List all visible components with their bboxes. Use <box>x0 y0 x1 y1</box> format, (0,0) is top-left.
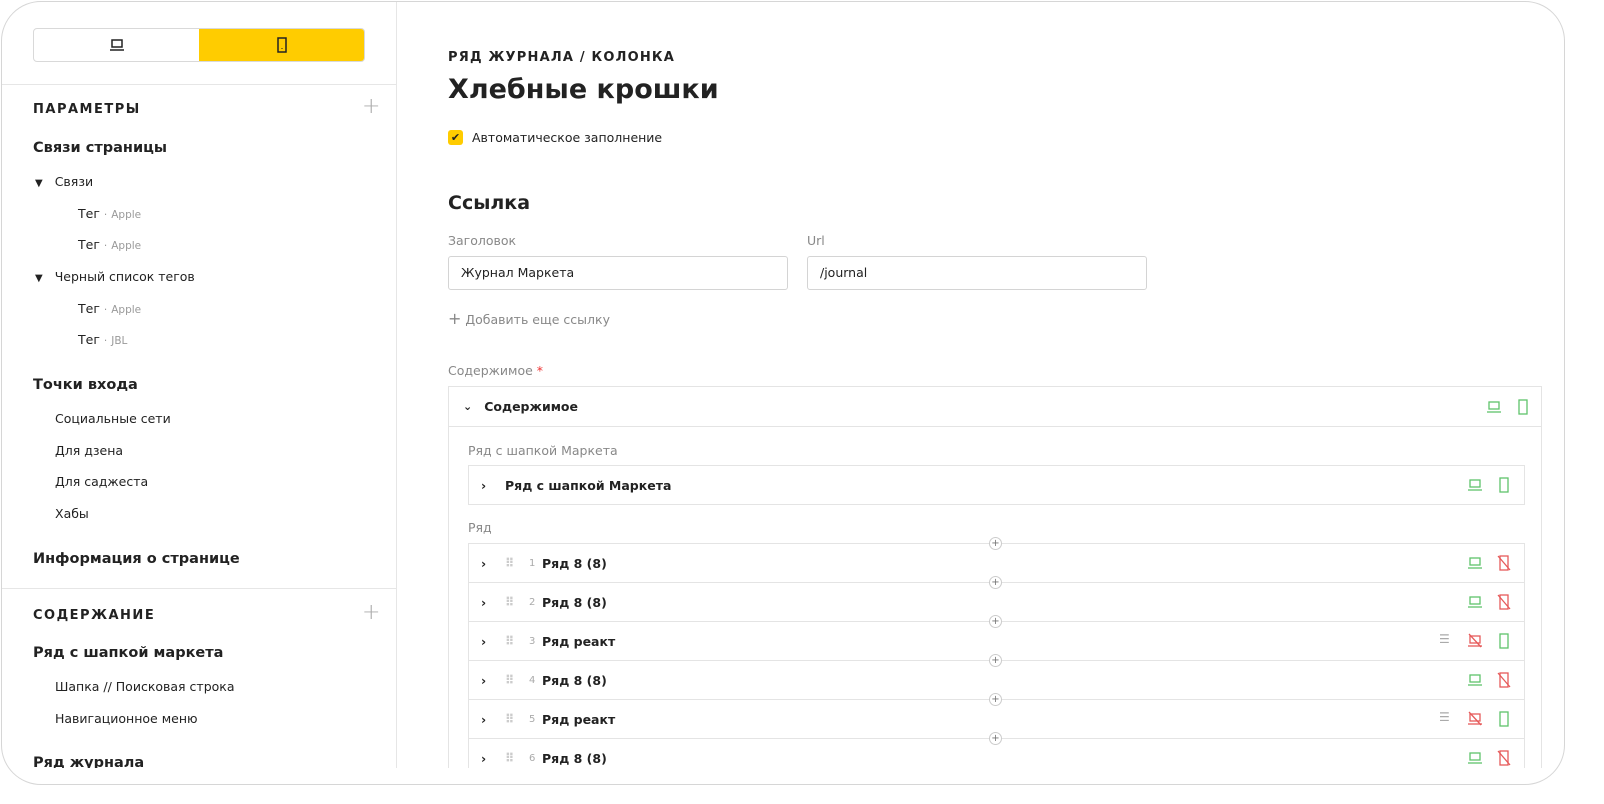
phone-icon <box>276 37 287 53</box>
tree-item-tag[interactable]: Тег · JBL <box>78 332 127 347</box>
laptop-icon[interactable] <box>1467 750 1483 766</box>
drag-handle-icon[interactable]: ⠿ <box>505 556 525 570</box>
content-group-heading[interactable]: Ряд с шапкой маркета <box>33 645 223 661</box>
desktop-mode-button[interactable] <box>34 29 199 61</box>
drag-handle-icon[interactable]: ⠿ <box>505 751 525 765</box>
laptop-icon[interactable] <box>1467 672 1483 688</box>
insert-row-button[interactable]: + <box>989 654 1002 667</box>
url-input[interactable]: /journal <box>807 256 1147 290</box>
row-title: Ряд реакт <box>542 711 616 727</box>
content-section-title: СОДЕРЖАНИЕ <box>33 608 156 623</box>
list-icon[interactable]: ☰ <box>1439 710 1455 726</box>
breadcrumb: РЯД ЖУРНАЛА / КОЛОНКА <box>448 50 675 65</box>
journal-heading[interactable]: Ряд журнала <box>33 755 144 768</box>
drag-handle-icon[interactable]: ⠿ <box>505 712 525 726</box>
page-title: Хлебные крошки <box>448 74 719 105</box>
page-links-heading: Связи страницы <box>33 140 167 156</box>
add-content-button[interactable]: + <box>362 600 380 625</box>
chevron-right-icon: › <box>481 555 487 571</box>
tree-item-tag[interactable]: Тег · Apple <box>78 237 141 252</box>
add-param-button[interactable]: + <box>362 94 380 119</box>
entry-item[interactable]: Для саджеста <box>55 474 148 489</box>
row-title: Ряд 8 (8) <box>542 750 607 766</box>
divider <box>2 84 396 85</box>
header-row[interactable]: › Ряд с шапкой Маркета <box>468 465 1525 505</box>
plus-icon: + <box>448 309 462 328</box>
insert-row-button[interactable]: + <box>989 537 1002 550</box>
sidebar: ПАРАМЕТРЫ + Связи страницы ▼ Связи Тег · … <box>2 2 397 768</box>
divider <box>2 588 396 589</box>
chevron-right-icon: › <box>481 633 487 649</box>
autofill-checkbox[interactable]: ✔ Автоматическое заполнение <box>448 130 662 145</box>
entry-item[interactable]: Социальные сети <box>55 411 171 426</box>
tree-item-blacklist[interactable]: ▼ Черный список тегов <box>35 269 195 284</box>
page-info-heading[interactable]: Информация о странице <box>33 551 240 567</box>
row-title: Ряд 8 (8) <box>542 555 607 571</box>
tree-item-tag[interactable]: Тег · Apple <box>78 206 141 221</box>
insert-row-button[interactable]: + <box>989 576 1002 589</box>
chevron-right-icon: › <box>481 594 487 610</box>
title-input[interactable]: Журнал Маркета <box>448 256 788 290</box>
laptop-icon[interactable] <box>1467 555 1483 571</box>
row-title: Ряд реакт <box>542 633 616 649</box>
chevron-down-icon: ⌄ <box>463 400 473 413</box>
content-label: Содержимое * <box>448 363 544 378</box>
content-block-header[interactable]: ⌄ Содержимое <box>449 387 1541 427</box>
phone-off-icon[interactable] <box>1496 555 1512 571</box>
phone-off-icon[interactable] <box>1496 672 1512 688</box>
content-block: ⌄ Содержимое Ряд с шапкой Маркета › Ряд с … <box>448 386 1542 768</box>
entry-item[interactable]: Для дзена <box>55 443 123 458</box>
tree-item-tag[interactable]: Тег · Apple <box>78 301 141 316</box>
laptop-icon[interactable] <box>1467 594 1483 610</box>
chevron-right-icon: › <box>481 750 487 766</box>
phone-off-icon[interactable] <box>1496 750 1512 766</box>
drag-handle-icon[interactable]: ⠿ <box>505 673 525 687</box>
params-section-title: ПАРАМЕТРЫ <box>33 102 141 117</box>
entry-points-heading: Точки входа <box>33 377 138 393</box>
triangle-down-icon: ▼ <box>35 178 43 189</box>
chevron-right-icon: › <box>481 711 487 727</box>
insert-row-button[interactable]: + <box>989 693 1002 706</box>
laptop-off-icon[interactable] <box>1467 633 1483 649</box>
check-icon: ✔ <box>448 130 463 145</box>
drag-handle-icon[interactable]: ⠿ <box>505 634 525 648</box>
device-toggle <box>33 28 365 62</box>
laptop-icon[interactable] <box>1467 477 1483 493</box>
tree-item-links[interactable]: ▼ Связи <box>35 174 93 189</box>
header-row-label: Ряд с шапкой Маркета <box>468 443 618 458</box>
phone-off-icon[interactable] <box>1496 594 1512 610</box>
url-label: Url <box>807 233 825 248</box>
row-title: Ряд 8 (8) <box>542 594 607 610</box>
row-title: Ряд 8 (8) <box>542 672 607 688</box>
list-icon[interactable]: ☰ <box>1439 632 1455 648</box>
phone-icon[interactable] <box>1515 399 1531 415</box>
insert-row-button[interactable]: + <box>989 732 1002 745</box>
drag-handle-icon[interactable]: ⠿ <box>505 595 525 609</box>
phone-icon[interactable] <box>1496 477 1512 493</box>
phone-icon[interactable] <box>1496 711 1512 727</box>
mobile-mode-button[interactable] <box>199 29 364 61</box>
triangle-down-icon: ▼ <box>35 273 43 284</box>
chevron-right-icon: › <box>481 672 487 688</box>
link-section-title: Ссылка <box>448 192 531 214</box>
insert-row-button[interactable]: + <box>989 615 1002 628</box>
editor: РЯД ЖУРНАЛА / КОЛОНКА Хлебные крошки ✔ Ав… <box>448 2 1564 768</box>
content-item[interactable]: Навигационное меню <box>55 711 198 726</box>
laptop-off-icon[interactable] <box>1467 711 1483 727</box>
content-item[interactable]: Шапка // Поисковая строка <box>55 679 235 694</box>
laptop-icon[interactable] <box>1486 399 1502 415</box>
laptop-icon <box>109 39 124 51</box>
add-link-button[interactable]: + Добавить еще ссылку <box>448 309 610 328</box>
title-label: Заголовок <box>448 233 517 248</box>
chevron-right-icon: › <box>481 477 487 493</box>
rows-label: Ряд <box>468 520 492 535</box>
app-window: ПАРАМЕТРЫ + Связи страницы ▼ Связи Тег · … <box>1 1 1565 785</box>
phone-icon[interactable] <box>1496 633 1512 649</box>
entry-item[interactable]: Хабы <box>55 506 89 521</box>
